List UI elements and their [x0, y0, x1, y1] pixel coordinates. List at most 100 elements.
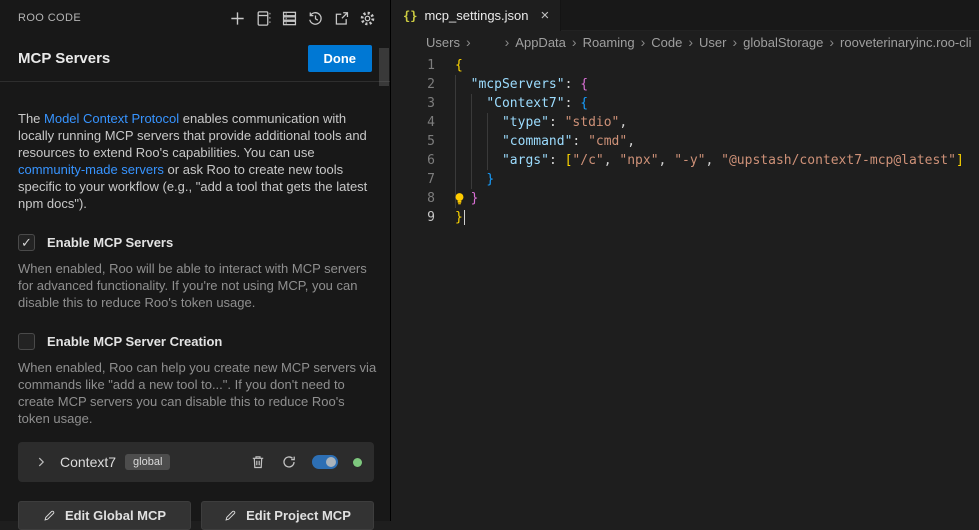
line-number: 5: [392, 132, 435, 151]
delete-trash-icon[interactable]: [250, 454, 266, 470]
editor-area: {} mcp_settings.json × Users › › AppData › Ro…: [392, 0, 979, 521]
gutter-spacer: [435, 151, 455, 170]
intro-text: The: [18, 111, 44, 126]
panel-scrollbar-thumb[interactable]: [379, 48, 389, 86]
chevron-right-icon: ›: [466, 34, 471, 50]
toggle-knob: [326, 457, 336, 467]
panel-title: ROO CODE: [18, 12, 81, 24]
open-in-editor-icon[interactable]: [333, 10, 350, 27]
setting-description: When enabled, Roo can help you create ne…: [18, 359, 378, 427]
chevron-right-icon: ›: [505, 34, 510, 50]
line-number: 9: [392, 208, 435, 227]
code-line[interactable]: 1{: [392, 56, 979, 75]
breadcrumb: Users › › AppData › Roaming › Code › User › globalS…: [392, 31, 979, 53]
chevron-right-icon: ›: [641, 34, 646, 50]
new-task-plus-icon[interactable]: [229, 10, 246, 27]
line-number: 8: [392, 189, 435, 208]
setting-item: ✓ Enable MCP Servers When enabled, Roo wil…: [18, 234, 375, 311]
gutter-spacer: [435, 132, 455, 151]
chevron-right-icon: ›: [829, 34, 834, 50]
breadcrumb-segment[interactable]: Code: [651, 35, 682, 50]
line-number: 3: [392, 94, 435, 113]
code-line[interactable]: 8 }: [392, 189, 979, 208]
server-enabled-toggle[interactable]: [312, 455, 338, 469]
intro-paragraph: The Model Context Protocol enables commu…: [18, 110, 378, 212]
intro-link[interactable]: community-made servers: [18, 162, 164, 177]
panel-toolbar: [229, 10, 376, 27]
edit-project-mcp-button[interactable]: Edit Project MCP: [201, 501, 374, 530]
code-text: {: [455, 56, 463, 75]
pencil-icon: [43, 509, 56, 522]
breadcrumb-segment[interactable]: globalStorage: [743, 35, 823, 50]
code-line[interactable]: 3 "Context7": {: [392, 94, 979, 113]
setting-item: Enable MCP Server Creation When enabled, …: [18, 333, 375, 427]
code-line[interactable]: 6 "args": ["/c", "npx", "-y", "@upstash/…: [392, 151, 979, 170]
code-line[interactable]: 5 "command": "cmd",: [392, 132, 979, 151]
code-text: }: [455, 208, 465, 227]
checkbox-checked[interactable]: ✓: [18, 234, 35, 251]
breadcrumb-segment[interactable]: Roaming: [583, 35, 635, 50]
breadcrumb-segment[interactable]: User: [699, 35, 726, 50]
server-name: Context7: [60, 454, 116, 470]
code-text: "args": ["/c", "npx", "-y", "@upstash/co…: [455, 151, 964, 170]
roo-code-panel: ROO CODE: [0, 0, 391, 521]
gutter-spacer: [435, 208, 455, 227]
line-number: 4: [392, 113, 435, 132]
chevron-right-icon: ›: [732, 34, 737, 50]
breadcrumb-segment[interactable]: AppData: [515, 35, 566, 50]
json-file-icon: {}: [403, 9, 417, 23]
page-title: MCP Servers: [18, 50, 110, 67]
settings-gear-icon[interactable]: [359, 10, 376, 27]
code-text: "mcpServers": {: [455, 75, 588, 94]
mcp-server-icon[interactable]: [281, 10, 298, 27]
code-text: }: [455, 170, 494, 189]
line-number: 1: [392, 56, 435, 75]
intro-link[interactable]: Model Context Protocol: [44, 111, 179, 126]
breadcrumb-segment[interactable]: rooveterinaryinc.roo-cli: [840, 35, 972, 50]
pencil-icon: [224, 509, 237, 522]
code-lines: 1{2 "mcpServers": {3 "Context7": {4 "typ…: [392, 56, 979, 227]
checkbox-unchecked[interactable]: [18, 333, 35, 350]
prompts-notebook-icon[interactable]: [255, 10, 272, 27]
code-line[interactable]: 4 "type": "stdio",: [392, 113, 979, 132]
server-row-context7[interactable]: Context7 global: [18, 442, 374, 482]
edit-global-mcp-button[interactable]: Edit Global MCP: [18, 501, 191, 530]
panel-header: ROO CODE: [0, 0, 390, 32]
setting-label: Enable MCP Server Creation: [47, 334, 222, 349]
done-button[interactable]: Done: [308, 45, 373, 72]
code-line[interactable]: 9}: [392, 208, 979, 227]
line-number: 2: [392, 75, 435, 94]
line-number: 6: [392, 151, 435, 170]
settings-list: ✓ Enable MCP Servers When enabled, Roo wil…: [18, 234, 375, 427]
close-tab-icon[interactable]: ×: [541, 8, 550, 23]
tab-mcp-settings[interactable]: {} mcp_settings.json ×: [392, 0, 561, 31]
setting-label: Enable MCP Servers: [47, 235, 173, 250]
server-status-dot: [353, 458, 362, 467]
code-line[interactable]: 2 "mcpServers": {: [392, 75, 979, 94]
footer-buttons: Edit Global MCP Edit Project MCP: [18, 501, 374, 530]
code-text: "type": "stdio",: [455, 113, 627, 132]
code-editor[interactable]: 1{2 "mcpServers": {3 "Context7": {4 "typ…: [392, 53, 979, 227]
gutter-spacer: [435, 170, 455, 189]
code-text: "command": "cmd",: [455, 132, 635, 151]
restart-icon[interactable]: [281, 454, 297, 470]
gutter-spacer: [435, 75, 455, 94]
breadcrumb-segment[interactable]: Users: [426, 35, 460, 50]
gutter-spacer: [435, 56, 455, 75]
text-cursor: [464, 210, 466, 225]
chevron-right-icon[interactable]: [34, 455, 48, 469]
code-text: "Context7": {: [455, 94, 588, 113]
code-line[interactable]: 7 }: [392, 170, 979, 189]
editor-tab-bar: {} mcp_settings.json ×: [392, 0, 979, 31]
panel-content: The Model Context Protocol enables commu…: [0, 82, 391, 530]
chevron-right-icon: ›: [688, 34, 693, 50]
server-scope-badge: global: [125, 454, 170, 470]
lightbulb-icon[interactable]: [452, 191, 467, 206]
page-header: MCP Servers Done: [0, 32, 390, 76]
chevron-right-icon: ›: [572, 34, 577, 50]
gutter-spacer: [435, 113, 455, 132]
tab-filename: mcp_settings.json: [424, 8, 528, 23]
line-number: 7: [392, 170, 435, 189]
setting-description: When enabled, Roo will be able to intera…: [18, 260, 378, 311]
history-icon[interactable]: [307, 10, 324, 27]
